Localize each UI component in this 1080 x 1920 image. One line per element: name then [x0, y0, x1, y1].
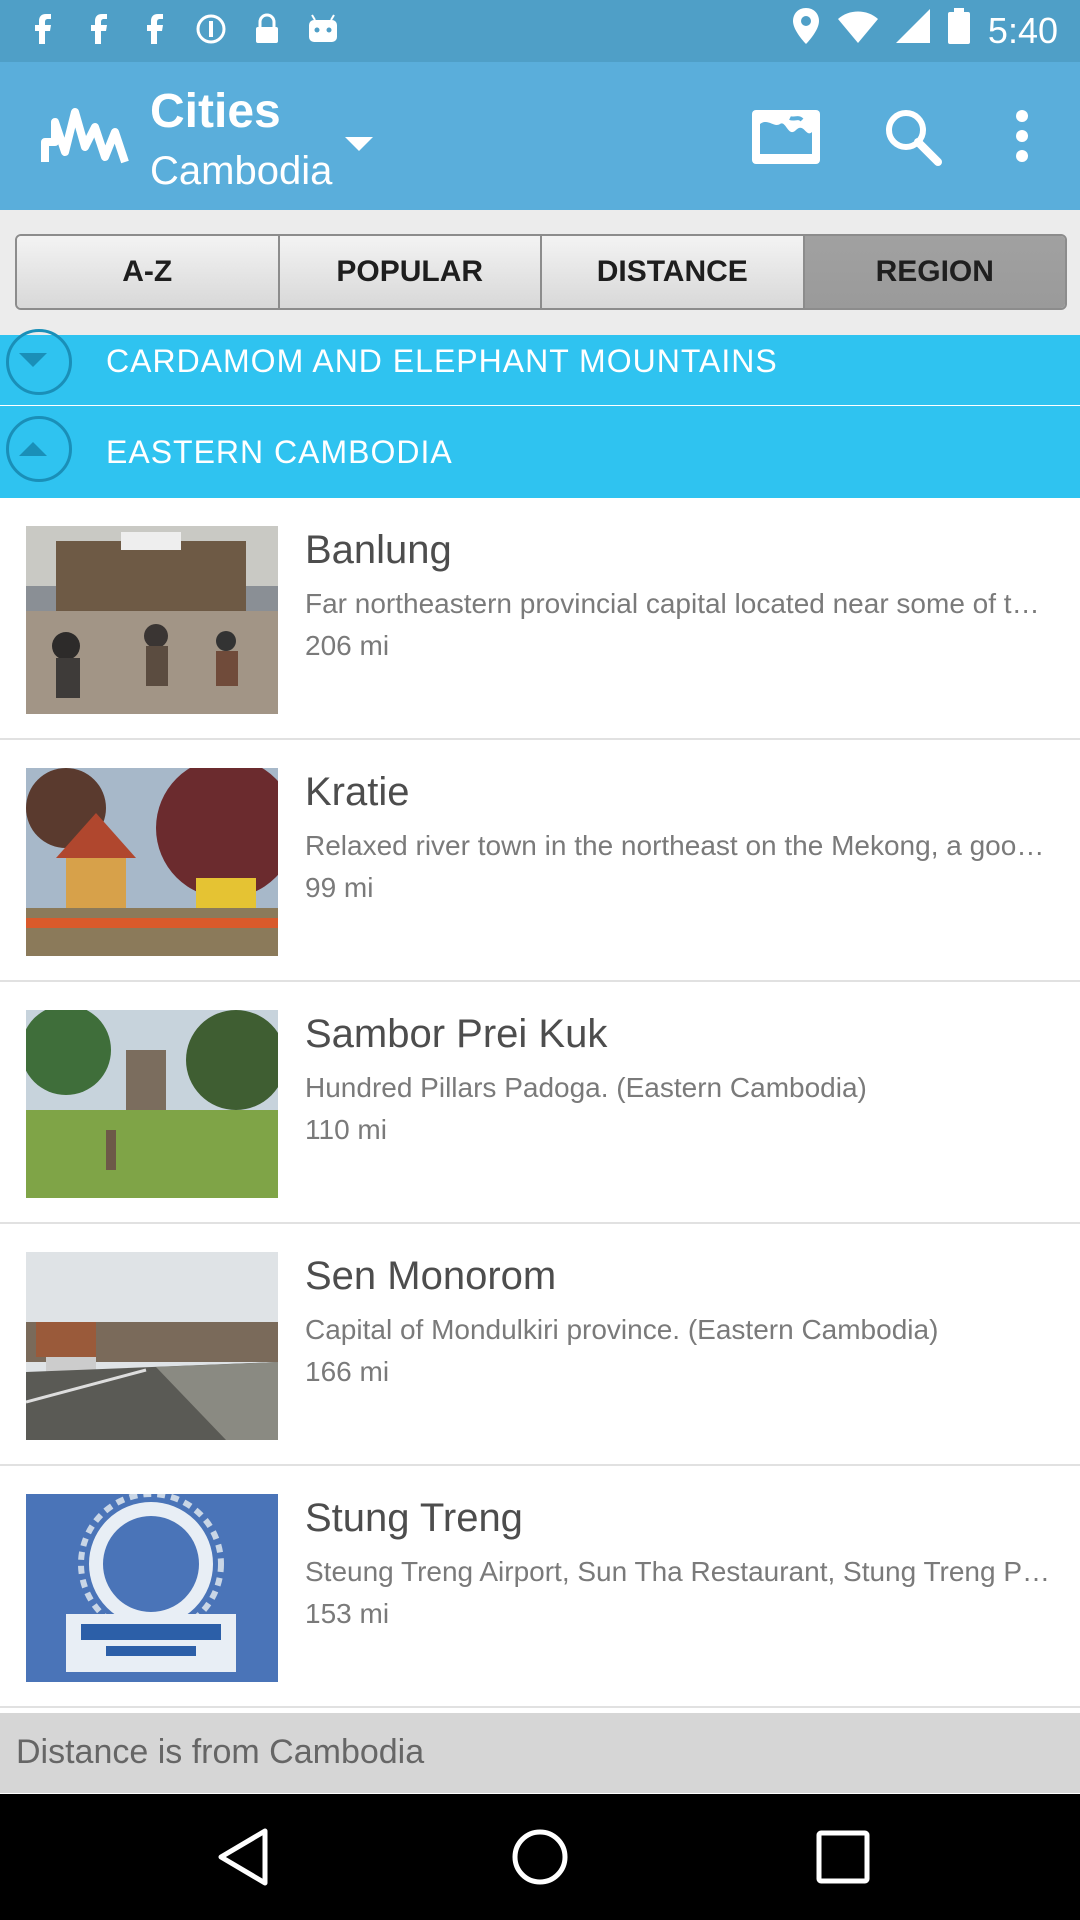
city-thumbnail: [26, 1494, 278, 1682]
battery-icon: [947, 8, 970, 53]
city-name: Banlung: [305, 528, 452, 572]
city-distance: 110 mi: [305, 1114, 387, 1145]
section-header-eastern[interactable]: EASTERN CAMBODIA: [0, 406, 1080, 498]
city-description: Steung Treng Airport, Sun Tha Restaurant…: [305, 1556, 1055, 1587]
back-button[interactable]: [208, 1824, 278, 1894]
city-distance: 206 mi: [305, 630, 390, 661]
city-thumbnail: [26, 768, 278, 956]
search-icon: [882, 106, 942, 171]
city-thumbnail: [26, 1252, 278, 1440]
lock-icon: [250, 12, 284, 46]
list-item[interactable]: Banlung Far northeastern provincial capi…: [0, 498, 1080, 740]
city-name: Sambor Prei Kuk: [305, 1012, 608, 1056]
instagram-icon: [194, 12, 228, 46]
city-distance: 153 mi: [305, 1598, 390, 1629]
city-distance: 166 mi: [305, 1356, 390, 1387]
map-button[interactable]: [746, 98, 826, 178]
city-description: Capital of Mondulkiri province. (Eastern…: [305, 1314, 939, 1345]
overflow-menu-button[interactable]: [982, 98, 1062, 178]
facebook-icon: [138, 12, 172, 46]
city-name: Stung Treng: [305, 1496, 523, 1540]
clock: 5:40: [987, 9, 1058, 51]
recents-icon: [815, 1829, 871, 1890]
home-icon: [510, 1827, 570, 1892]
tab-distance[interactable]: DISTANCE: [542, 236, 805, 308]
list-item[interactable]: Sambor Prei Kuk Hundred Pillars Padoga. …: [0, 982, 1080, 1224]
recents-button[interactable]: [808, 1824, 878, 1894]
city-list: Banlung Far northeastern provincial capi…: [0, 498, 1080, 1708]
footer-text: Distance is from Cambodia: [16, 1733, 425, 1771]
city-thumbnail: [26, 1010, 278, 1198]
page-title: Cities: [150, 85, 281, 138]
tab-popular[interactable]: POPULAR: [279, 236, 542, 308]
city-thumbnail: [26, 526, 278, 714]
city-name: Sen Monorom: [305, 1254, 557, 1298]
chevron-down-icon: [19, 353, 47, 367]
status-notifications: [26, 12, 340, 46]
list-item[interactable]: Stung Treng Steung Treng Airport, Sun Th…: [0, 1466, 1080, 1708]
android-icon: [306, 12, 340, 46]
list-item[interactable]: Kratie Relaxed river town in the northea…: [0, 740, 1080, 982]
city-description: Hundred Pillars Padoga. (Eastern Cambodi…: [305, 1072, 867, 1103]
city-distance: 99 mi: [305, 872, 374, 903]
section-label: CARDAMOM AND ELEPHANT MOUNTAINS: [106, 343, 778, 379]
section-header-cardamom[interactable]: CARDAMOM AND ELEPHANT MOUNTAINS: [0, 329, 1080, 405]
section-label: EASTERN CAMBODIA: [106, 434, 453, 470]
facebook-icon: [26, 12, 60, 46]
home-button[interactable]: [505, 1824, 575, 1894]
system-nav-bar: [0, 1794, 1080, 1920]
title-dropdown[interactable]: Cities Cambodia: [150, 82, 332, 196]
city-description: Relaxed river town in the northeast on t…: [305, 830, 1055, 861]
city-description: Far northeastern provincial capital loca…: [305, 588, 1055, 619]
segmented-tabs: A-Z POPULAR DISTANCE REGION: [15, 234, 1067, 310]
country-subtitle: Cambodia: [150, 149, 333, 193]
tabs-bar: A-Z POPULAR DISTANCE REGION: [0, 210, 1080, 336]
app-logo-icon[interactable]: [40, 102, 130, 172]
facebook-icon: [82, 12, 116, 46]
app-bar: Cities Cambodia: [0, 62, 1080, 210]
tab-a-z[interactable]: A-Z: [17, 236, 280, 308]
location-icon: [792, 8, 820, 53]
map-icon: [750, 104, 822, 173]
distance-footer: Distance is from Cambodia: [0, 1713, 1080, 1793]
more-vert-icon: [1012, 106, 1032, 171]
list-item[interactable]: Sen Monorom Capital of Mondulkiri provin…: [0, 1224, 1080, 1466]
status-bar: 5:40: [0, 0, 1080, 62]
signal-icon: [895, 9, 930, 52]
chevron-down-icon[interactable]: [345, 137, 373, 151]
status-system: 5:40: [792, 8, 1058, 53]
city-name: Kratie: [305, 770, 410, 814]
chevron-up-icon: [19, 442, 47, 456]
tab-region[interactable]: REGION: [804, 236, 1065, 308]
search-button[interactable]: [872, 98, 952, 178]
back-icon: [215, 1827, 271, 1892]
wifi-icon: [837, 10, 878, 52]
